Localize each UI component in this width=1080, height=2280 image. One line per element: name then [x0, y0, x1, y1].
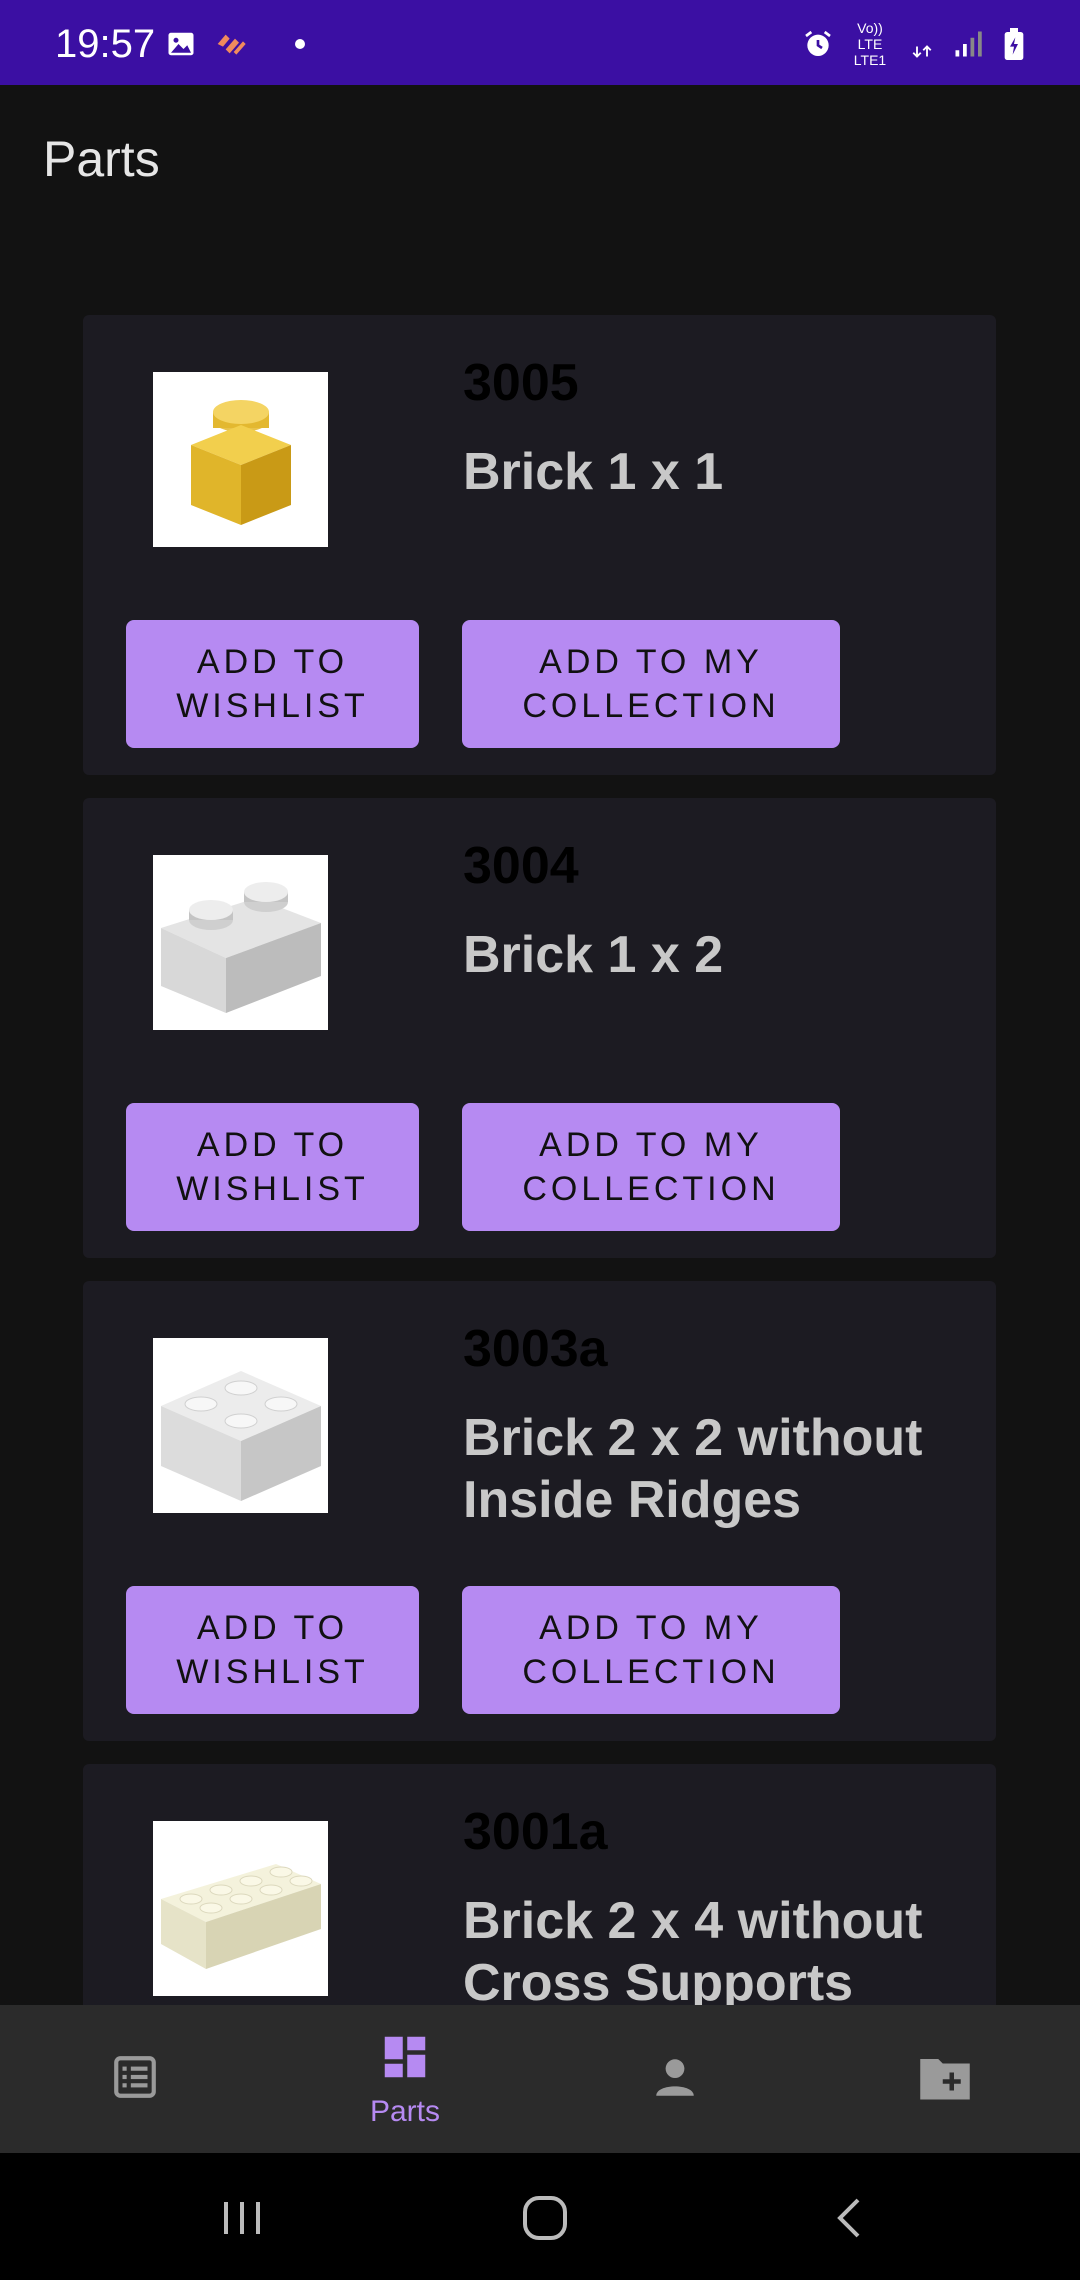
volte-icon: Vo)) LTE LTE1 — [853, 20, 887, 68]
recent-apps-button[interactable] — [213, 2188, 273, 2248]
nav-item-add-folder[interactable] — [810, 2005, 1080, 2153]
back-button[interactable] — [820, 2188, 880, 2248]
folder-add-icon — [918, 2052, 972, 2107]
part-image — [153, 372, 328, 547]
part-number: 3001a — [463, 1803, 608, 1861]
parts-list[interactable]: 3005 Brick 1 x 1 ADD TO WISHLIST ADD TO … — [0, 235, 1080, 2005]
battery-icon — [998, 28, 1030, 60]
system-navigation-bar — [0, 2153, 1080, 2280]
part-number: 3005 — [463, 354, 579, 412]
add-to-wishlist-button[interactable]: ADD TO WISHLIST — [126, 1586, 419, 1714]
part-card: 3005 Brick 1 x 1 ADD TO WISHLIST ADD TO … — [83, 315, 996, 775]
part-name: Brick 1 x 1 — [463, 443, 724, 501]
home-button[interactable] — [515, 2188, 575, 2248]
status-time: 19:57 — [55, 22, 156, 66]
person-icon — [650, 2052, 700, 2107]
part-name: Brick 2 x 2 without Inside Ridges — [463, 1409, 923, 1529]
dashboard-icon — [378, 2030, 432, 2089]
add-to-collection-button[interactable]: ADD TO MY COLLECTION — [462, 1103, 840, 1231]
part-name: Brick 2 x 4 without Cross Supports — [463, 1892, 923, 2005]
part-number: 3004 — [463, 837, 579, 895]
notification-dot-icon — [295, 39, 305, 49]
page-title: Parts — [43, 131, 160, 187]
add-to-wishlist-button[interactable]: ADD TO WISHLIST — [126, 620, 419, 748]
part-card: 3004 Brick 1 x 2 ADD TO WISHLIST ADD TO … — [83, 798, 996, 1258]
health-icon — [215, 28, 247, 60]
nav-item-profile[interactable] — [540, 2005, 810, 2153]
signal-icon — [952, 28, 984, 60]
part-image — [153, 1338, 328, 1513]
status-bar: 19:57 Vo)) LTE LTE1 — [0, 0, 1080, 85]
nav-item-parts[interactable]: Parts — [270, 2005, 540, 2153]
nav-label-parts: Parts — [369, 2094, 441, 2128]
app-header: Parts — [0, 85, 1080, 235]
part-card: 3003a Brick 2 x 2 without Inside Ridges … — [83, 1281, 996, 1741]
add-to-collection-button[interactable]: ADD TO MY COLLECTION — [462, 620, 840, 748]
nav-item-list[interactable] — [0, 2005, 270, 2153]
alarm-icon — [802, 28, 834, 60]
part-image — [153, 1821, 328, 1996]
part-image — [153, 855, 328, 1030]
bottom-navigation: Parts — [0, 2005, 1080, 2153]
part-card: 3001a Brick 2 x 4 without Cross Supports — [83, 1764, 996, 2005]
lte-icon — [906, 28, 938, 60]
list-icon — [110, 2052, 160, 2107]
add-to-wishlist-button[interactable]: ADD TO WISHLIST — [126, 1103, 419, 1231]
part-number: 3003a — [463, 1320, 608, 1378]
part-name: Brick 1 x 2 — [463, 926, 724, 984]
add-to-collection-button[interactable]: ADD TO MY COLLECTION — [462, 1586, 840, 1714]
gallery-icon — [165, 28, 197, 60]
